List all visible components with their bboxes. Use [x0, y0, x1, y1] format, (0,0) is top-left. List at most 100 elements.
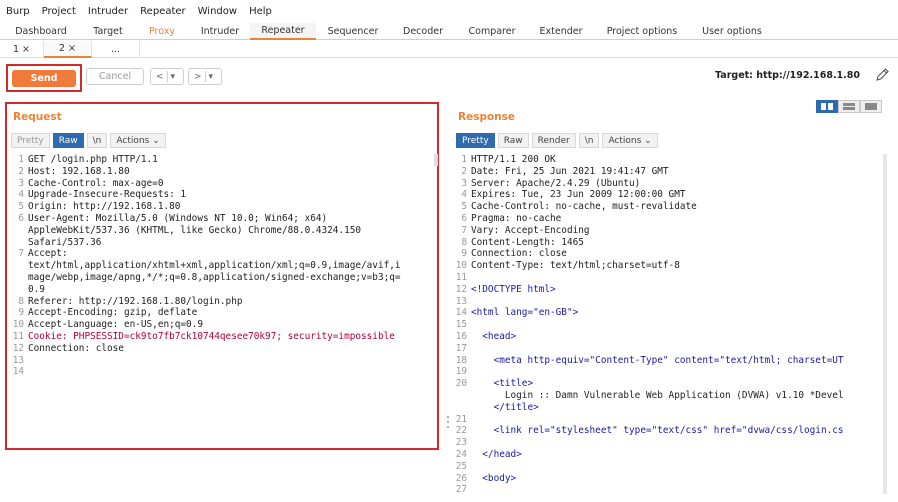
line-number: 20: [455, 378, 467, 390]
layout-side-by-side-icon[interactable]: [816, 100, 838, 113]
response-line: 15: [455, 319, 883, 331]
code-text: Content-Type: text/html;charset=utf-8: [471, 260, 680, 272]
menu-repeater[interactable]: Repeater: [140, 6, 185, 17]
line-number: 11: [12, 330, 24, 342]
request-title: Request: [13, 111, 62, 123]
code-text: User-Agent: Mozilla/5.0 (Windows NT 10.0…: [28, 212, 328, 224]
line-number: 7: [18, 248, 24, 260]
line-number: 13: [455, 295, 467, 307]
code-text: Host: 192.168.1.80: [28, 165, 130, 177]
response-line: 11: [455, 272, 883, 284]
tab-extender[interactable]: Extender: [528, 23, 594, 40]
line-number: 8: [461, 236, 467, 248]
code-text: Upgrade-Insecure-Requests: 1: [28, 189, 187, 201]
menu-help[interactable]: Help: [249, 6, 272, 17]
line-number: 11: [455, 271, 467, 283]
line-number: [12, 272, 24, 284]
response-line: 12 <!DOCTYPE html>: [455, 284, 883, 296]
response-line: 22 <link rel="stylesheet" type="text/css…: [455, 425, 883, 437]
code-text: </title>: [471, 401, 539, 413]
response-title: Response: [458, 111, 516, 123]
line-number: 9: [461, 248, 467, 260]
response-scrollbar[interactable]: [883, 154, 887, 494]
line-number: 26: [455, 472, 467, 484]
response-tab-render[interactable]: Render: [531, 133, 576, 148]
code-text: Cache-Control: max-age=0: [28, 177, 164, 189]
tab-sequencer[interactable]: Sequencer: [316, 23, 390, 40]
forward-button[interactable]: > ▾: [188, 68, 222, 85]
subtab-2[interactable]: 2 ×: [44, 41, 92, 58]
tab-decoder[interactable]: Decoder: [390, 23, 456, 40]
response-editor[interactable]: 1 HTTP/1.1 200 OK 2 Date: Fri, 25 Jun 2021 …: [455, 154, 883, 498]
tab-user-options[interactable]: User options: [690, 23, 774, 40]
tab-target[interactable]: Target: [82, 23, 134, 40]
response-tab-newline[interactable]: \n: [578, 133, 600, 148]
response-line: 8 Content-Length: 1465: [455, 237, 883, 249]
code-text: HTTP/1.1 200 OK: [471, 154, 556, 165]
line-number: 5: [18, 201, 24, 213]
line-number: 2: [18, 165, 24, 177]
line-number: 24: [455, 448, 467, 460]
layout-stacked-icon[interactable]: [838, 100, 860, 113]
layout-single-icon[interactable]: [860, 100, 882, 113]
chevron-right-icon: >: [194, 71, 202, 82]
response-view-tabs: Pretty Raw Render \n Actions ⌄: [456, 133, 661, 148]
response-line: 17: [455, 343, 883, 355]
code-text: Cookie: PHPSESSID=ck9to7fb7ck10744qesee7…: [28, 330, 395, 342]
menu-intruder[interactable]: Intruder: [88, 6, 128, 17]
menu-project[interactable]: Project: [42, 6, 76, 17]
subtab-new[interactable]: ...: [92, 41, 140, 58]
request-view-tabs: Pretty Raw \n Actions ⌄: [11, 133, 169, 148]
request-line: 1 GET /login.php HTTP/1.1: [12, 154, 436, 166]
pencil-icon[interactable]: [874, 67, 890, 83]
request-tab-pretty[interactable]: Pretty: [11, 133, 50, 148]
request-actions-menu[interactable]: Actions ⌄: [110, 133, 166, 148]
request-editor[interactable]: 1 GET /login.php HTTP/1.1 2 Host: 192.168.1…: [12, 154, 436, 444]
line-number: 25: [455, 460, 467, 472]
line-number: [12, 284, 24, 296]
line-number: 6: [461, 212, 467, 224]
line-number: 21: [455, 413, 467, 425]
response-line: 18 <meta http-equiv="Content-Type" conte…: [455, 355, 883, 367]
response-actions-menu[interactable]: Actions ⌄: [602, 133, 658, 148]
split-handle-icon[interactable]: [446, 415, 450, 429]
tab-comparer[interactable]: Comparer: [456, 23, 528, 40]
tab-intruder[interactable]: Intruder: [190, 23, 250, 40]
subtab-1[interactable]: 1 ×: [0, 41, 44, 58]
request-line: 10 Accept-Language: en-US,en;q=0.9: [12, 319, 436, 331]
cancel-button[interactable]: Cancel: [86, 68, 144, 85]
request-line: text/html,application/xhtml+xml,applicat…: [12, 260, 436, 272]
main-tabs: Dashboard Target Proxy Intruder Repeater…: [0, 23, 898, 40]
response-line: </title>: [455, 402, 883, 414]
request-line: 14: [12, 366, 436, 378]
request-line: 7 Accept:: [12, 248, 436, 260]
response-line: 2 Date: Fri, 25 Jun 2021 19:41:47 GMT: [455, 166, 883, 178]
request-line: AppleWebKit/537.36 (KHTML, like Gecko) C…: [12, 225, 436, 237]
response-tab-raw[interactable]: Raw: [497, 133, 529, 148]
send-button[interactable]: Send: [12, 70, 76, 87]
tab-dashboard[interactable]: Dashboard: [0, 23, 82, 40]
response-tab-pretty[interactable]: Pretty: [456, 133, 495, 148]
code-text: Content-Length: 1465: [471, 236, 584, 248]
menu-burp[interactable]: Burp: [6, 6, 30, 17]
code-text: <meta http-equiv="Content-Type" content=…: [471, 354, 844, 366]
request-line: Safari/537.36: [12, 237, 436, 249]
request-tab-newline[interactable]: \n: [86, 133, 108, 148]
request-tab-raw[interactable]: Raw: [52, 133, 84, 148]
chevron-down-icon: ▾: [208, 71, 214, 82]
chevron-down-icon: ▾: [170, 71, 176, 82]
back-button[interactable]: < ▾: [150, 68, 184, 85]
response-line: 23: [455, 437, 883, 449]
response-line: 1 HTTP/1.1 200 OK: [455, 154, 883, 166]
response-line: 9 Connection: close: [455, 248, 883, 260]
tab-proxy[interactable]: Proxy: [134, 23, 190, 40]
response-line: 24 </head>: [455, 449, 883, 461]
code-text: Vary: Accept-Encoding: [471, 224, 590, 236]
tab-repeater[interactable]: Repeater: [250, 23, 316, 40]
menu-window[interactable]: Window: [198, 6, 237, 17]
tab-project-options[interactable]: Project options: [594, 23, 690, 40]
request-scrollbar[interactable]: [434, 154, 438, 166]
response-line: 4 Expires: Tue, 23 Jun 2009 12:00:00 GMT: [455, 189, 883, 201]
line-number: 12: [12, 342, 24, 354]
request-line: 11 Cookie: PHPSESSID=ck9to7fb7ck10744qese…: [12, 331, 436, 343]
